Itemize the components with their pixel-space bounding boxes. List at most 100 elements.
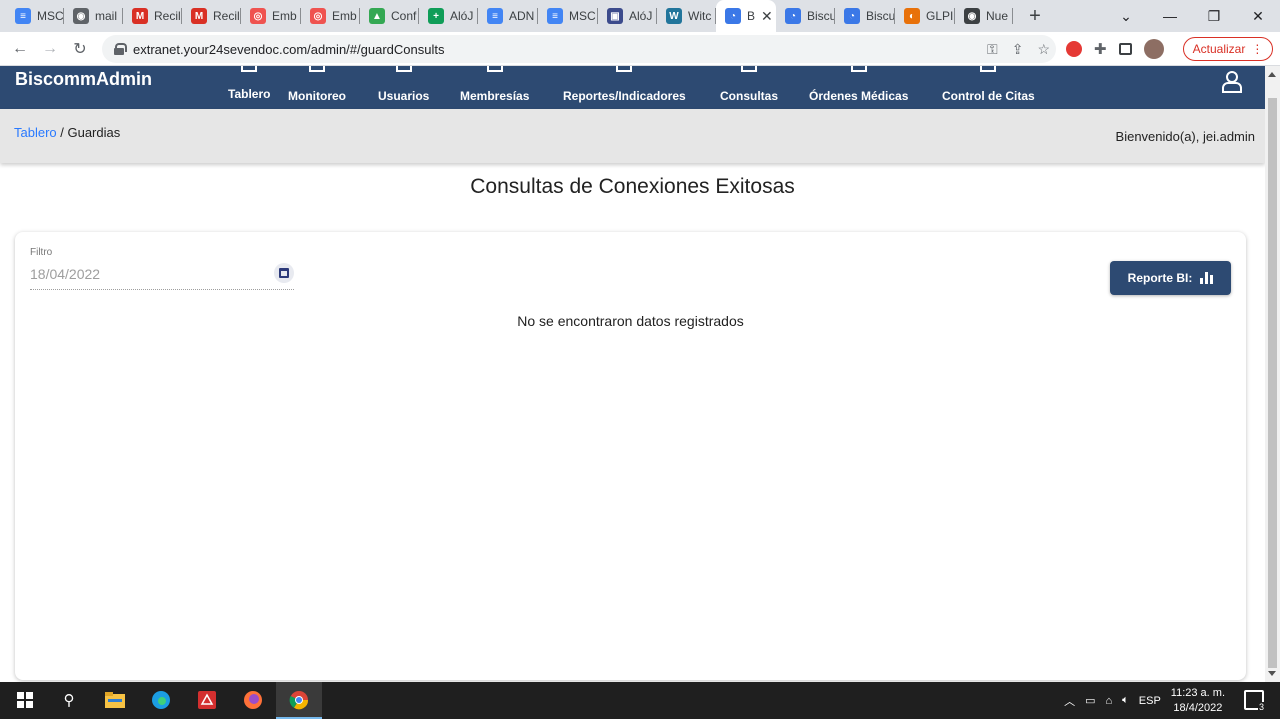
browser-tab[interactable]: ◔ Biscu (835, 0, 895, 32)
browser-tab-strip: ≡ MSC ◉ mail M Recil M Recil ◎ Emb ◎ Emb ▲ Conf + AlóJ ≡… (0, 0, 1280, 32)
medical-order-icon (850, 66, 867, 72)
browser-tab[interactable]: ◉ mail (64, 0, 123, 32)
calendar-picker-button[interactable] (274, 263, 294, 283)
tab-favicon-icon: ▣ (607, 8, 623, 24)
monitor-icon (309, 66, 325, 72)
browser-tab[interactable]: ≡ MSC (6, 0, 64, 32)
notification-count: 3 (1257, 702, 1265, 712)
tab-title: B (747, 9, 756, 23)
side-panel-icon[interactable] (1118, 43, 1132, 55)
more-vert-icon: ⋮ (1251, 42, 1264, 56)
tab-favicon-icon: ◐ (904, 8, 920, 24)
search-icon[interactable]: ⚲ (58, 689, 80, 711)
tab-favicon-icon: ◉ (964, 8, 980, 24)
back-button[interactable]: ← (5, 34, 35, 64)
close-tab-icon[interactable]: ✕ (761, 8, 773, 25)
clock[interactable]: 11:23 a. m. 18/4/2022 (1171, 686, 1225, 716)
browser-tab[interactable]: M Recil (123, 0, 182, 32)
dashboard-icon (241, 66, 258, 72)
firefox-icon[interactable] (242, 689, 264, 711)
key-icon[interactable]: ⚿ (987, 41, 998, 58)
browser-tab[interactable]: ▣ AlóJ (598, 0, 657, 32)
tab-title: Emb (332, 9, 357, 23)
user-account-icon[interactable] (1221, 71, 1242, 93)
browser-tab[interactable]: ≡ ADN (478, 0, 538, 32)
scroll-up-arrow[interactable] (1268, 72, 1276, 77)
url-text: extranet.your24sevendoc.com/admin/#/guar… (133, 41, 445, 57)
bookmark-star-icon[interactable]: ☆ (1037, 41, 1050, 58)
browser-tab[interactable]: M Recil (182, 0, 241, 32)
edge-browser-icon[interactable] (150, 689, 172, 711)
tab-title: Recil (213, 9, 240, 23)
forward-button[interactable]: → (35, 34, 65, 64)
profile-avatar[interactable] (1143, 39, 1164, 59)
browser-tab[interactable]: ◔ B ✕ (716, 0, 776, 32)
extensions-puzzle-icon[interactable]: ✚ (1094, 40, 1107, 58)
tab-search-icon[interactable]: ⌄ (1104, 0, 1148, 32)
report-bi-button[interactable]: Reporte BI: (1110, 261, 1231, 295)
nav-item-consultas[interactable]: Consultas (720, 66, 778, 109)
windows-start-icon[interactable] (14, 689, 36, 711)
browser-tab[interactable]: ◎ Emb (241, 0, 301, 32)
language-indicator[interactable]: ESP (1139, 695, 1161, 707)
welcome-text: Bienvenido(a), jei.admin (1115, 129, 1255, 144)
tab-favicon-icon: W (666, 8, 682, 24)
restore-button[interactable]: ❐ (1192, 0, 1236, 32)
browser-tab[interactable]: ◎ Emb (301, 0, 360, 32)
nav-item-control-citas[interactable]: Control de Citas (942, 66, 1035, 109)
brand-title[interactable]: BiscommAdmin (15, 69, 152, 90)
tab-favicon-icon: M (191, 8, 207, 24)
tab-title: AlóJ (450, 9, 474, 23)
nav-item-membresias[interactable]: Membresías (460, 66, 529, 109)
tab-title: Conf (391, 9, 417, 23)
tab-favicon-icon: ≡ (547, 8, 563, 24)
consult-icon (741, 66, 757, 72)
volume-icon[interactable]: 🔈︎ (1122, 694, 1129, 707)
file-explorer-icon[interactable] (104, 689, 126, 711)
notification-center-icon[interactable]: 3 (1244, 690, 1265, 712)
browser-tab[interactable]: ◔ Biscu (776, 0, 835, 32)
reports-icon (616, 66, 633, 72)
browser-tab[interactable]: ◐ GLPI (895, 0, 955, 32)
date-filter-field (30, 261, 294, 290)
nav-item-ordenes[interactable]: Órdenes Médicas (809, 66, 908, 109)
nav-item-tablero[interactable]: Tablero (228, 66, 270, 109)
calendar-icon (279, 268, 289, 278)
nav-item-usuarios[interactable]: Usuarios (378, 66, 429, 109)
nav-item-monitoreo[interactable]: Monitoreo (288, 66, 346, 109)
system-tray: ︿ ▭ ⌂ 🔈︎ ESP 11:23 a. m. 18/4/2022 (1064, 682, 1225, 719)
close-window-button[interactable]: ✕ (1236, 0, 1280, 32)
show-hidden-icons-icon[interactable]: ︿ (1064, 693, 1075, 709)
tab-title: Witc (688, 9, 712, 23)
breadcrumb-current: Guardias (67, 125, 121, 140)
tab-favicon-icon: ≡ (15, 8, 31, 24)
tab-title: MSC (569, 9, 596, 23)
scroll-down-arrow[interactable] (1268, 671, 1276, 676)
browser-tab[interactable]: ▲ Conf (360, 0, 419, 32)
minimize-button[interactable]: — (1148, 0, 1192, 32)
reload-button[interactable]: ↻ (65, 34, 95, 64)
nav-item-reportes[interactable]: Reportes/Indicadores (563, 66, 686, 109)
address-bar[interactable]: extranet.your24sevendoc.com/admin/#/guar… (102, 35, 1056, 63)
extension-red-icon[interactable] (1066, 41, 1082, 57)
network-icon[interactable]: ⌂ (1106, 695, 1113, 707)
browser-tab[interactable]: ≡ MSC (538, 0, 598, 32)
update-button[interactable]: Actualizar ⋮ (1183, 37, 1273, 61)
scrollbar-thumb[interactable] (1268, 98, 1277, 668)
content-card: Filtro Reporte BI: No se encontraron dat… (15, 232, 1246, 680)
new-tab-button[interactable]: + (1021, 2, 1049, 30)
breadcrumb-link-tablero[interactable]: Tablero (14, 125, 57, 140)
share-icon[interactable]: ⇪ (1012, 41, 1024, 58)
browser-tab[interactable]: ◉ Nue (955, 0, 1013, 32)
chrome-icon[interactable] (288, 689, 310, 711)
date-filter-input[interactable] (30, 261, 260, 287)
browser-tab[interactable]: W Witc (657, 0, 716, 32)
window-controls: ⌄ — ❐ ✕ (1104, 0, 1280, 32)
battery-icon[interactable]: ▭ (1085, 694, 1095, 707)
breadcrumb: Tablero / Guardias (14, 125, 120, 140)
tab-title: Nue (986, 9, 1009, 23)
pdf-reader-icon[interactable] (196, 689, 218, 711)
tab-title: ADN (509, 9, 535, 23)
browser-tab[interactable]: + AlóJ (419, 0, 478, 32)
vertical-scrollbar[interactable] (1265, 66, 1280, 682)
